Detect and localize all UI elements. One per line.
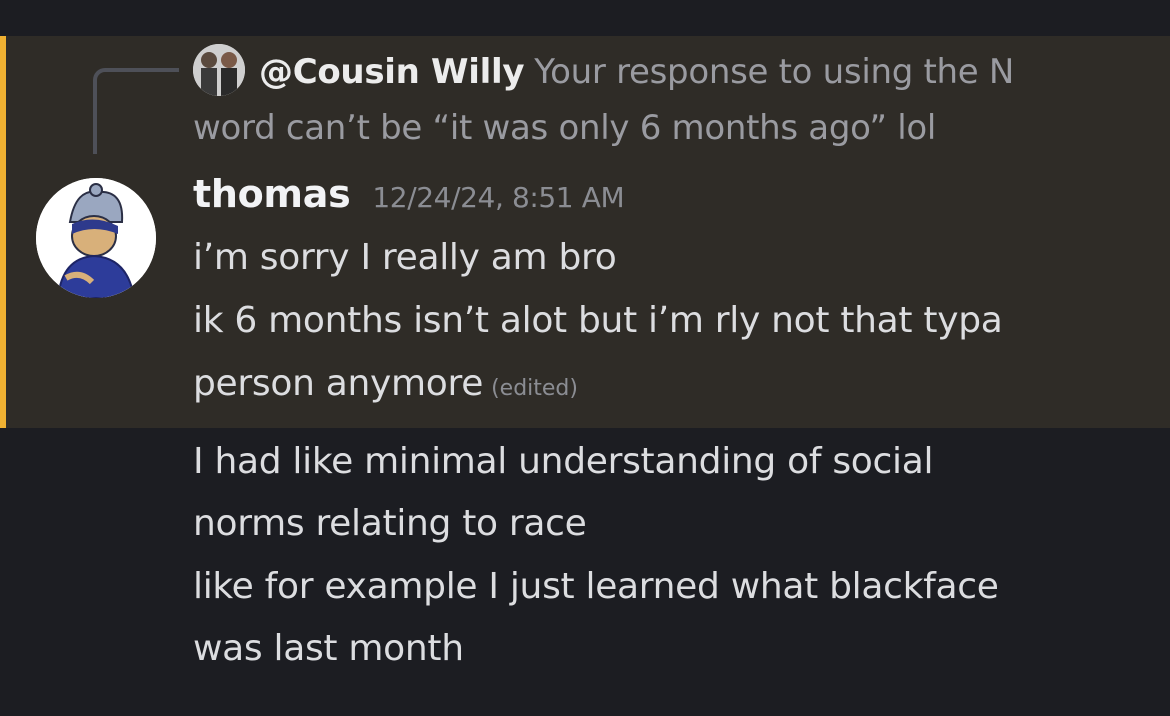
followup-message-line: like for example I just learned what bla…: [193, 566, 999, 607]
timestamp[interactable]: 12/24/24, 8:51 AM: [372, 181, 624, 214]
message-line: i’m sorry I really am bro: [193, 237, 617, 278]
reply-connector: [93, 68, 179, 154]
message-line-last: person anymore (edited): [193, 363, 578, 404]
followup-message-line: was last month: [193, 628, 464, 669]
reply-preview[interactable]: @Cousin Willy Your response to using the …: [193, 44, 1093, 156]
mention-bar: [0, 36, 6, 428]
followup-message-line: norms relating to race: [193, 503, 587, 544]
message-header: thomas 12/24/24, 8:51 AM: [193, 172, 625, 228]
followup-message-line: I had like minimal understanding of soci…: [193, 441, 934, 482]
message-line: ik 6 months isn’t alot but i’m rly not t…: [193, 300, 1003, 341]
message-line-text: person anymore: [193, 363, 484, 404]
user-avatar[interactable]: [36, 178, 156, 298]
chat-view: @Cousin Willy Your response to using the …: [0, 0, 1170, 716]
reply-author[interactable]: @Cousin Willy: [259, 52, 524, 92]
edited-label: (edited): [491, 376, 578, 401]
username[interactable]: thomas: [193, 172, 351, 216]
